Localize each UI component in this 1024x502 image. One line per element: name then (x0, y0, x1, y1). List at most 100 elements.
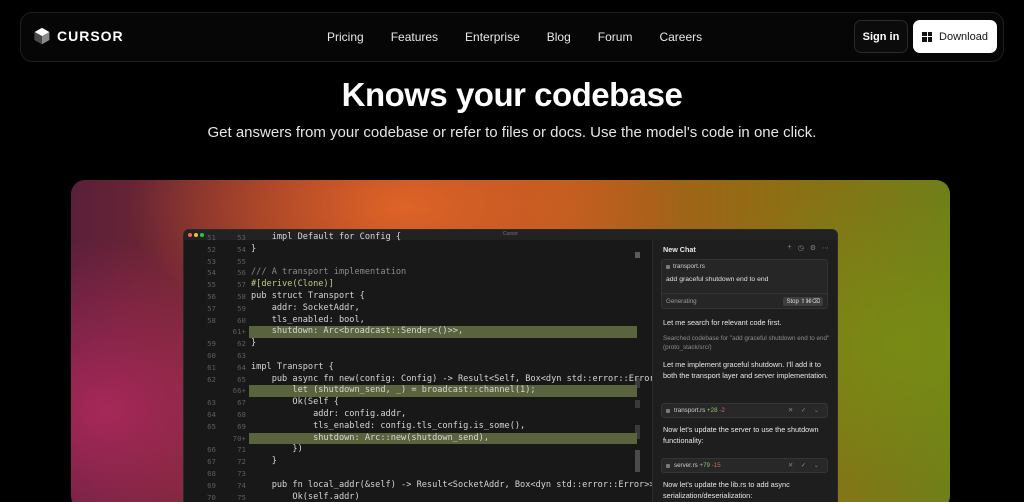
diff-file: transport.rs +28 -2 (674, 407, 725, 414)
old-line-number: 52 (207, 244, 216, 254)
chat-title: New Chat (663, 245, 696, 254)
old-line-number: 68 (207, 469, 216, 478)
code-line[interactable]: 63 67 Ok(Self { (184, 397, 652, 409)
nav-link-blog[interactable]: Blog (547, 30, 571, 44)
old-line-number: 66 (207, 445, 216, 455)
code-text: pub struct Transport { (251, 291, 365, 301)
code-text: }) (251, 444, 303, 455)
old-line-number: 61 (207, 362, 216, 372)
nav-link-careers[interactable]: Careers (659, 30, 702, 44)
code-line[interactable]: 61+ shutdown: Arc<broadcast::Sender<()>>… (184, 326, 652, 339)
code-line[interactable]: 54 56 /// A transport implementation (184, 267, 652, 279)
new-line-number: 64 (237, 362, 246, 372)
old-line-number: 70 (207, 492, 216, 502)
code-line[interactable]: 69 74 pub fn local_addr(&self) -> Result<… (184, 480, 665, 492)
prompt-box[interactable]: transport.rs add graceful shutdown end t… (661, 259, 828, 309)
editor-window: Cursor 51 53 impl Default for Config {52 5… (183, 229, 838, 502)
assistant-message-3: Now let's update the server to use the s… (663, 425, 819, 445)
nav-link-features[interactable]: Features (391, 30, 438, 44)
search-status: Searched codebase for "add graceful shut… (663, 335, 830, 351)
new-line-number: 57 (237, 280, 246, 290)
new-line-number: 60 (237, 315, 246, 325)
diff-chip-transport[interactable]: transport.rs +28 -2 ✕ ✓ ⌄ (661, 403, 828, 418)
code-line[interactable]: 68 73 (184, 468, 652, 480)
new-line-number: 53 (237, 233, 246, 242)
code-line[interactable]: 53 55 (184, 256, 652, 268)
new-line-number: 74 (237, 480, 246, 490)
add-chat-icon[interactable]: + (788, 244, 792, 252)
code-line[interactable]: 58 60 tls_enabled: bool, (184, 315, 652, 327)
code-line[interactable]: 52 54} (184, 244, 652, 256)
code-text: let (shutdown_send, _) = broadcast::chan… (251, 385, 536, 396)
diff-actions[interactable]: ✕ ✓ ⌄ (788, 462, 822, 469)
code-text: } (251, 456, 277, 467)
diff-actions[interactable]: ✕ ✓ ⌄ (788, 407, 822, 414)
code-text: Ok(self.addr) (251, 491, 360, 502)
code-text: shutdown: Arc<broadcast::Sender<()>>, (251, 326, 464, 337)
old-line-number: 64 (207, 410, 216, 419)
code-line[interactable]: 65 69 tls_enabled: config.tls_config.is_s… (184, 421, 652, 433)
context-file-chip[interactable]: transport.rs (666, 263, 705, 270)
code-line[interactable]: 51 53 impl Default for Config { (184, 232, 652, 244)
cube-logo-icon (34, 27, 50, 45)
code-editor[interactable]: 51 53 impl Default for Config {52 54} 53 55 5… (184, 232, 675, 502)
diff-chip-server[interactable]: server.rs +79 -15 ✕ ✓ ⌄ (661, 458, 828, 473)
new-line-number: 75 (237, 492, 246, 502)
new-line-number: 71 (237, 445, 246, 455)
code-line[interactable]: 55 57 #[derive(Clone)] (184, 279, 652, 291)
download-button[interactable]: Download (913, 20, 997, 53)
assistant-message-4: Now let's update the lib.rs to add async… (663, 480, 790, 500)
code-line[interactable]: 60 63 (184, 350, 652, 362)
code-line[interactable]: 59 62} (184, 338, 652, 350)
old-line-number: 56 (207, 292, 216, 301)
logo[interactable]: CURSOR (33, 27, 124, 45)
code-line[interactable]: 62 65 pub async fn new(config: Config) ->… (184, 374, 675, 386)
code-text: #[derive(Clone)] (251, 279, 334, 290)
new-line-number: 73 (237, 469, 246, 478)
code-line[interactable]: 66 71 }) (184, 444, 652, 456)
code-text: } (251, 338, 257, 349)
code-text: addr: config.addr, (251, 409, 407, 419)
code-text: impl Transport { (251, 361, 334, 372)
code-line[interactable]: 66+ let (shutdown_send, _) = broadcast::… (184, 385, 652, 398)
hero-title: Knows your codebase (341, 76, 683, 113)
code-line[interactable]: 67 72 } (184, 456, 652, 468)
code-text: Ok(Self { (251, 397, 339, 408)
assistant-message-1: Let me search for relevant code first. (663, 318, 782, 327)
code-text: pub fn local_addr(&self) -> Result<Socke… (251, 479, 665, 490)
more-icon[interactable]: ⋯ (822, 244, 829, 252)
context-file-name: transport.rs (673, 263, 705, 270)
settings-icon[interactable]: ⚙ (810, 244, 816, 252)
code-text: addr: SocketAddr, (251, 302, 360, 313)
code-text: /// A transport implementation (251, 267, 407, 278)
code-line[interactable]: 61 64 impl Transport { (184, 362, 652, 374)
chat-panel: New Chat + ◷ ⚙ ⋯ transport.rs add gracef… (652, 240, 837, 502)
nav-link-forum[interactable]: Forum (598, 30, 633, 44)
code-line[interactable]: 57 59 addr: SocketAddr, (184, 303, 652, 315)
hero-visual: Cursor 51 53 impl Default for Config {52 5… (71, 180, 950, 502)
chat-toolbar: + ◷ ⚙ ⋯ (788, 244, 829, 252)
code-line[interactable]: 70+ shutdown: Arc::new(shutdown_send), (184, 432, 652, 445)
file-icon (666, 264, 670, 269)
code-text: impl Default for Config { (251, 232, 402, 242)
old-line-number: 51 (207, 233, 216, 242)
nav-links: Pricing Features Enterprise Blog Forum C… (327, 30, 729, 44)
new-line-number: 56 (237, 268, 246, 278)
code-text: tls_enabled: config.tls_config.is_some()… (251, 420, 526, 431)
new-line-number: 70+ (232, 433, 246, 443)
sign-in-button[interactable]: Sign in (854, 20, 908, 53)
code-line[interactable]: 70 75 Ok(self.addr) (184, 492, 652, 502)
new-line-number: 62 (237, 339, 246, 349)
history-icon[interactable]: ◷ (798, 244, 804, 252)
code-line[interactable]: 56 58 pub struct Transport { (184, 291, 652, 303)
old-line-number: 60 (207, 351, 216, 360)
nav-link-pricing[interactable]: Pricing (327, 30, 364, 44)
new-line-number: 66+ (232, 386, 246, 396)
code-line[interactable]: 64 68 addr: config.addr, (184, 409, 652, 421)
new-line-number: 65 (237, 374, 246, 384)
new-line-number: 61+ (232, 327, 246, 337)
new-line-number: 67 (237, 398, 246, 408)
new-line-number: 59 (237, 303, 246, 313)
nav-link-enterprise[interactable]: Enterprise (465, 30, 520, 44)
stop-button[interactable]: Stop ⇧⌘⌫ (783, 297, 823, 306)
